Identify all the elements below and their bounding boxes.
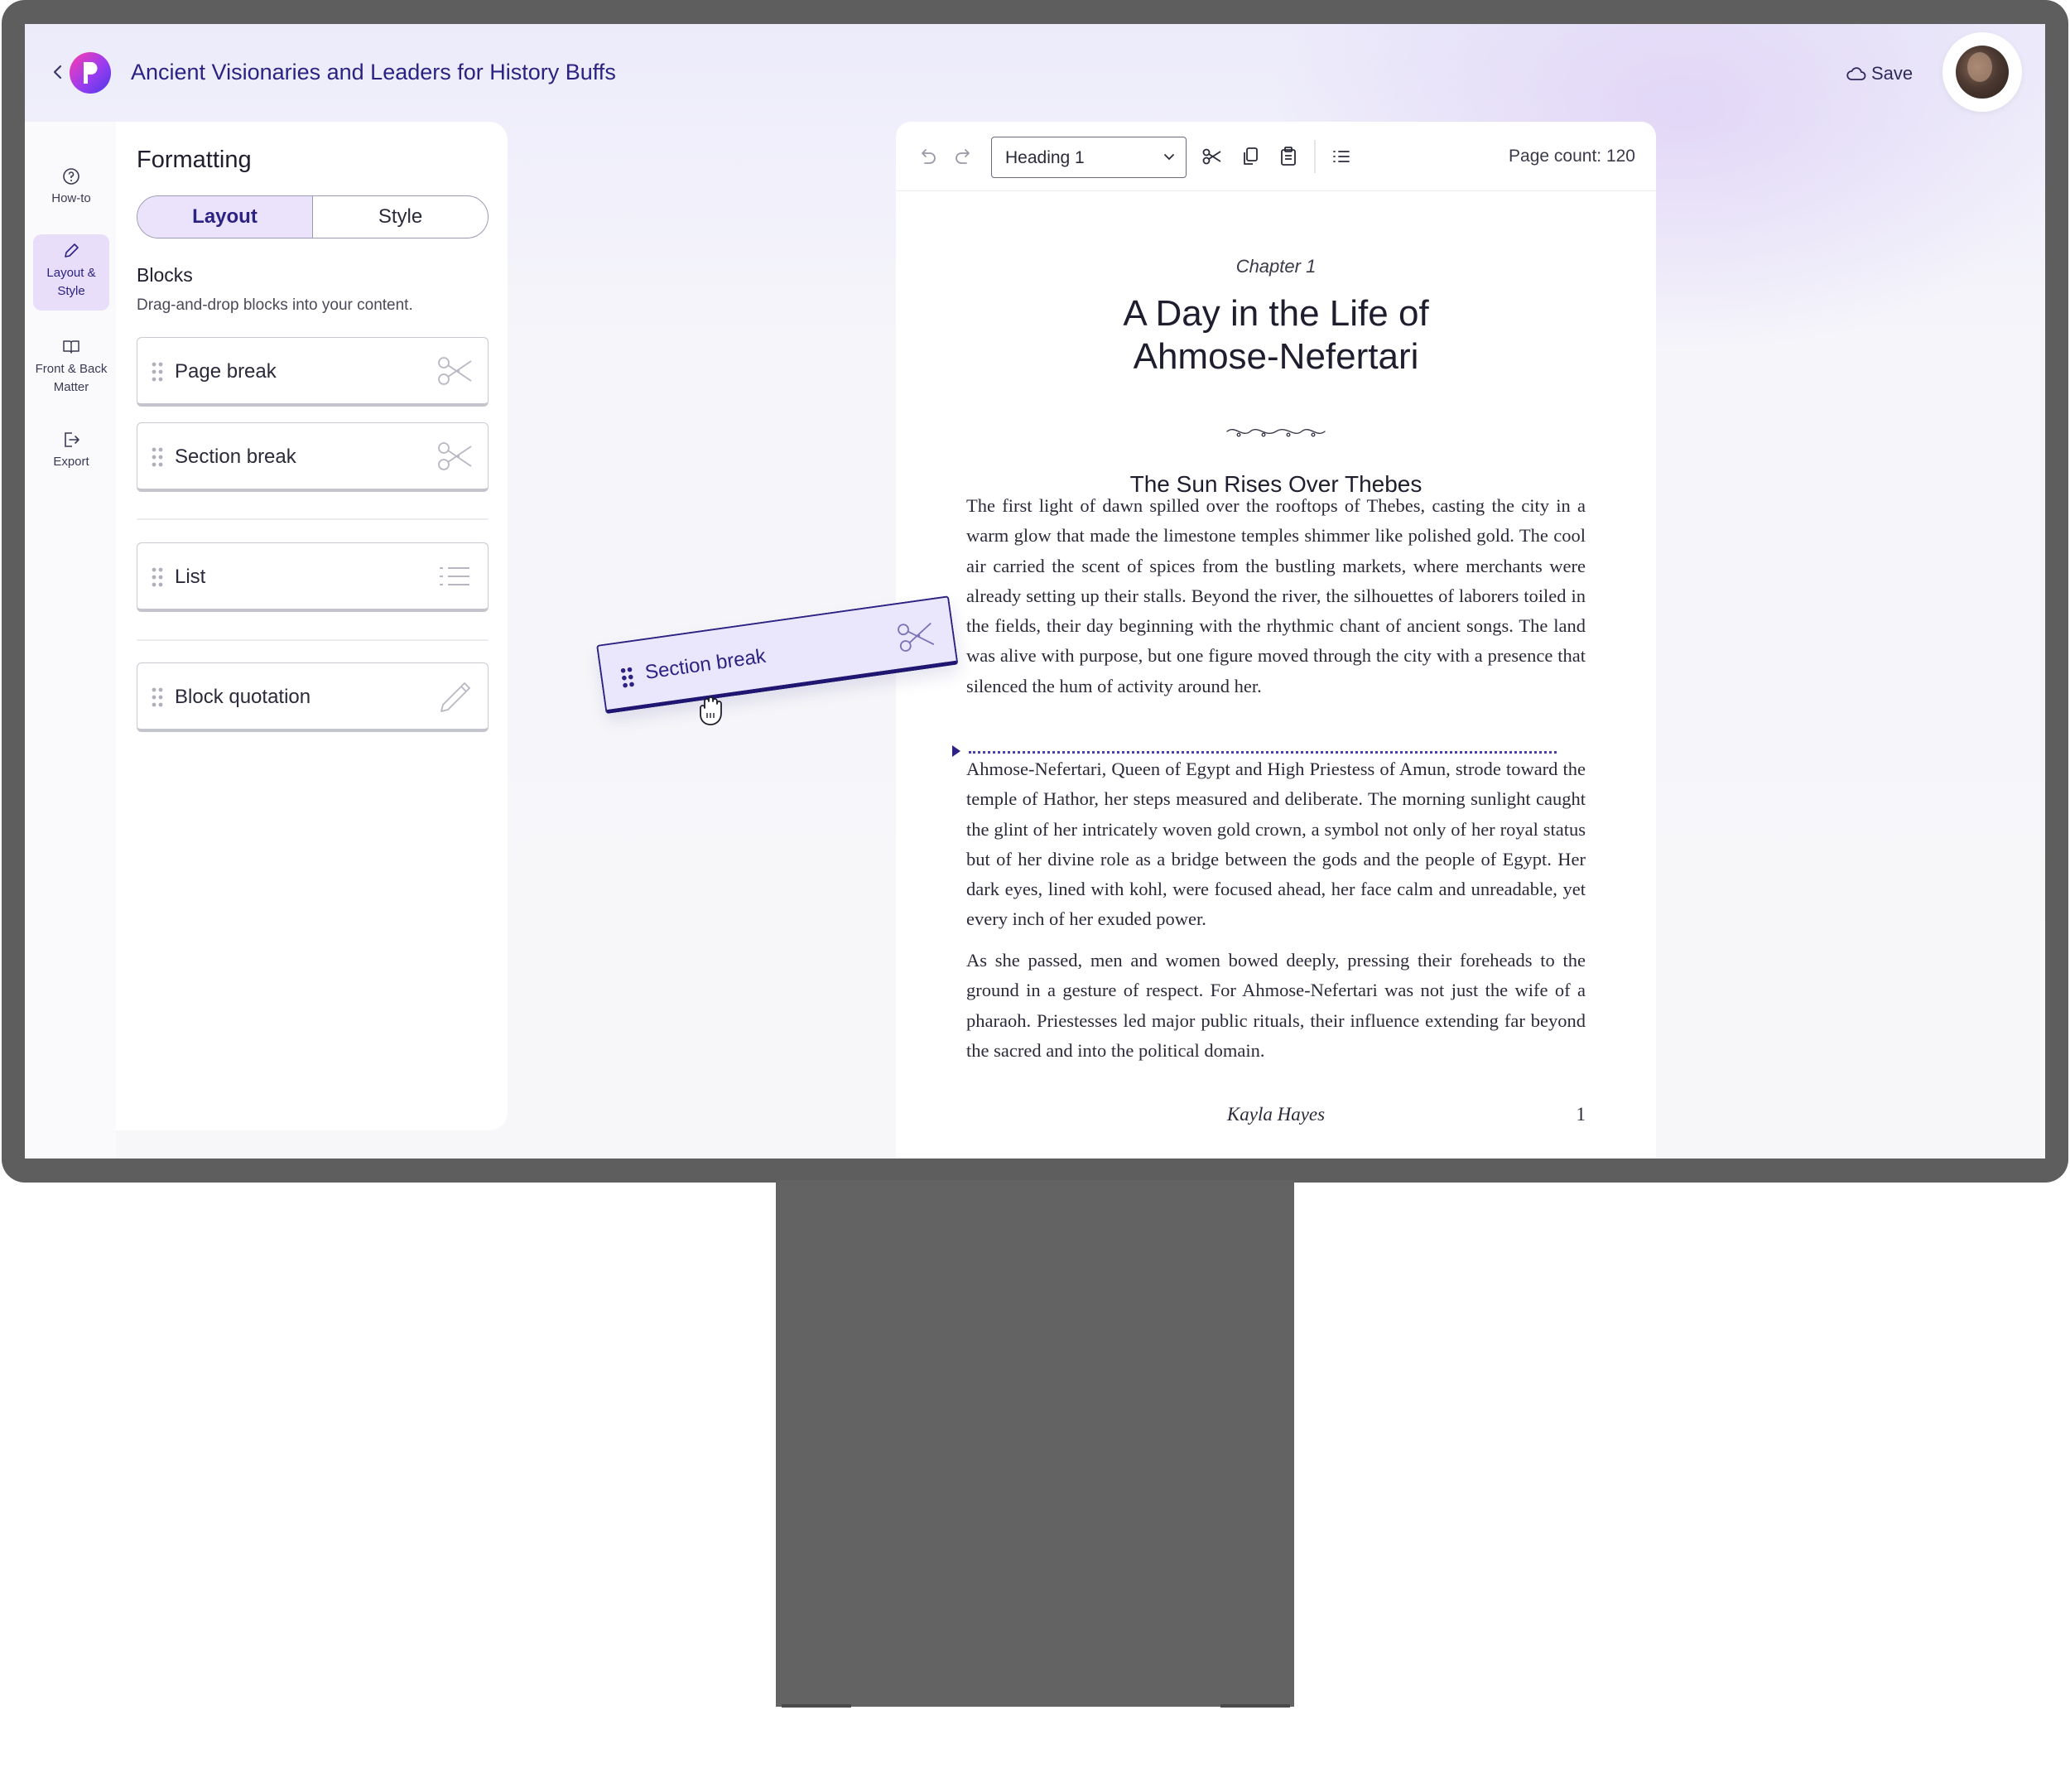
back-chevron-icon[interactable] <box>46 60 70 84</box>
drag-handle-icon[interactable] <box>152 447 163 467</box>
rail-item-front-back-matter[interactable]: Front & Back Matter <box>33 337 109 403</box>
book-icon <box>63 340 79 354</box>
drop-indicator-line <box>969 751 1557 754</box>
blocks-description: Drag-and-drop blocks into your content. <box>137 296 413 314</box>
document-page: Heading 1 Page count: 120 Chapter 1 A Da… <box>896 122 1656 1159</box>
chapter-label: Chapter 1 <box>1235 256 1317 277</box>
drag-handle-icon[interactable] <box>152 687 163 707</box>
ghost-label: Section break <box>643 644 768 684</box>
chevron-down-icon <box>1164 154 1174 161</box>
block-label: Section break <box>175 446 296 468</box>
drag-handle-icon[interactable] <box>152 567 163 587</box>
block-list[interactable]: List <box>137 542 489 612</box>
body-paragraph[interactable]: As she passed, men and women bowed deepl… <box>966 946 1586 1066</box>
blocks-heading: Blocks <box>137 264 193 286</box>
selected-style: Heading 1 <box>1005 148 1085 167</box>
app-logo <box>70 52 111 94</box>
logo-letter-icon <box>84 62 98 84</box>
tab-layout[interactable]: Layout <box>137 196 313 238</box>
left-rail: How-to Layout & Style Front & Back Matte… <box>25 122 116 1159</box>
scissors-icon <box>898 622 935 652</box>
body-paragraph[interactable]: Ahmose-Nefertari, Queen of Egypt and Hig… <box>966 754 1586 935</box>
scissors-icon <box>438 442 472 470</box>
scissors-icon[interactable] <box>1201 145 1224 168</box>
drop-indicator-arrow <box>952 745 960 757</box>
chapter-title[interactable]: A Day in the Life of Ahmose-Nefertari <box>896 292 1656 378</box>
block-label: Page break <box>175 360 277 383</box>
block-page-break[interactable]: Page break <box>137 337 489 407</box>
avatar <box>1956 46 2009 99</box>
copy-icon[interactable] <box>1239 145 1262 168</box>
footer-page-number: 1 <box>1576 1104 1586 1125</box>
undo-icon[interactable] <box>916 145 939 168</box>
save-label: Save <box>1871 63 1914 84</box>
panel-divider <box>137 518 489 520</box>
body-paragraph[interactable]: The first light of dawn spilled over the… <box>966 491 1586 701</box>
panel-title: Formatting <box>137 147 252 173</box>
cloud-icon <box>1846 67 1866 80</box>
rail-item-layout-style[interactable]: Layout & Style <box>33 234 109 311</box>
chapter-title-line1: A Day in the Life of <box>1123 293 1429 334</box>
stand-foot-left <box>782 1704 851 1708</box>
rail-label-front-back: Front & Back Matter <box>35 362 108 394</box>
toolbar-divider <box>1314 140 1316 173</box>
user-avatar-button[interactable] <box>1942 32 2022 112</box>
grab-hand-cursor-icon <box>700 696 722 725</box>
list-icon[interactable] <box>1330 145 1353 168</box>
export-icon <box>65 432 79 447</box>
save-button[interactable]: Save <box>1846 60 1913 87</box>
redo-icon[interactable] <box>952 145 975 168</box>
drag-handle-icon[interactable] <box>619 666 635 689</box>
pencil-icon <box>440 682 470 712</box>
book-title: Ancient Visionaries and Leaders for Hist… <box>131 60 616 84</box>
ornament-flourish-icon <box>1226 429 1326 437</box>
block-section-break[interactable]: Section break <box>137 422 489 492</box>
block-quotation[interactable]: Block quotation <box>137 662 489 732</box>
rail-item-how-to[interactable]: How-to <box>33 166 109 210</box>
page-count: Page count: 120 <box>1509 147 1635 166</box>
pencil-icon <box>65 243 79 258</box>
chapter-title-line2: Ahmose-Nefertari <box>1133 336 1419 377</box>
tab-style[interactable]: Style <box>313 196 488 238</box>
rail-label-layout-style: Layout & Style <box>46 266 96 298</box>
footer-author: Kayla Hayes <box>1226 1104 1326 1125</box>
stand-foot-right <box>1220 1704 1290 1708</box>
block-label: List <box>175 566 206 588</box>
panel-divider <box>137 639 489 641</box>
app-screen: Ancient Visionaries and Leaders for Hist… <box>25 24 2045 1159</box>
scissors-icon <box>438 357 472 385</box>
rail-label-export: Export <box>53 455 89 469</box>
list-icon <box>440 567 469 585</box>
drag-handle-icon[interactable] <box>152 362 163 382</box>
rail-label-how-to: How-to <box>51 191 91 205</box>
help-circle-icon <box>63 168 79 185</box>
paragraph-style-select[interactable]: Heading 1 <box>991 137 1187 178</box>
paste-icon[interactable] <box>1277 145 1300 168</box>
monitor-stand <box>776 1180 1294 1707</box>
layout-style-toggle: Layout Style <box>137 195 489 238</box>
formatting-panel: Formatting Layout Style Blocks Drag-and-… <box>116 122 508 1130</box>
block-label: Block quotation <box>175 686 311 708</box>
editor-toolbar: Heading 1 Page count: 120 <box>896 122 1656 191</box>
rail-item-export[interactable]: Export <box>33 430 109 473</box>
